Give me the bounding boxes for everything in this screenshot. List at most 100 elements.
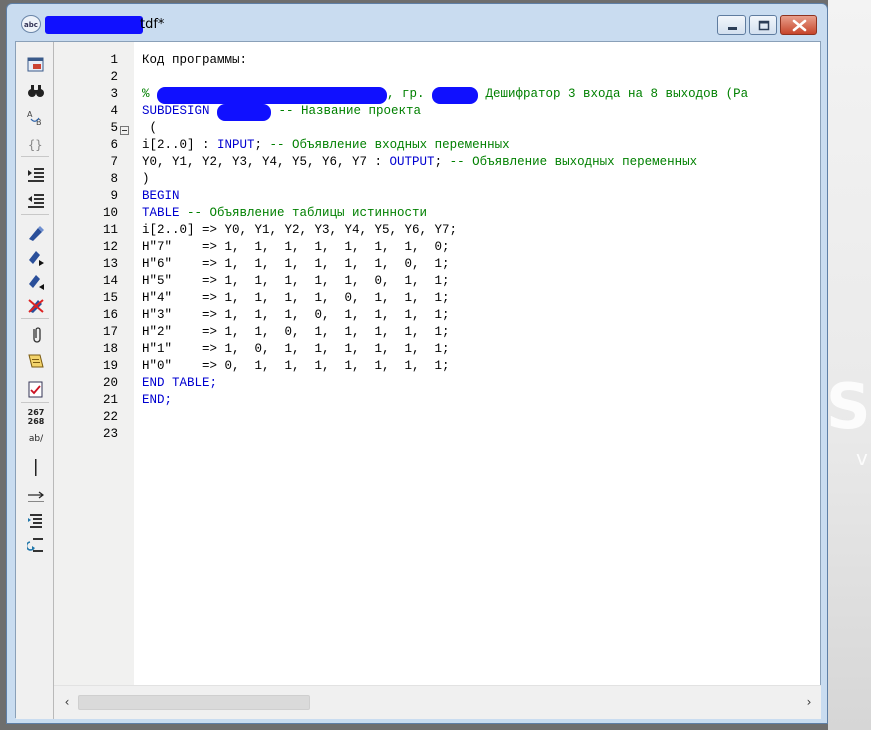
line-number: 7 <box>110 155 118 169</box>
line-numbers-label-bottom: 268 <box>27 417 45 426</box>
fold-collapse-icon[interactable] <box>120 126 129 135</box>
code-token: ) <box>142 172 150 186</box>
scroll-thumb[interactable] <box>78 695 310 710</box>
line-number: 23 <box>102 427 118 441</box>
wrap-back-icon[interactable] <box>27 536 45 554</box>
code-line: END TABLE; <box>142 376 820 393</box>
line-number: 3 <box>110 87 118 101</box>
window-title: tdf* <box>140 17 165 32</box>
code-line: Y0, Y1, Y2, Y3, Y4, Y5, Y6, Y7 : OUTPUT;… <box>142 155 820 172</box>
code-line: % , гр. Дешифратор 3 входа на 8 выходов … <box>142 87 820 104</box>
code-line: H"0" => 0, 1, 1, 1, 1, 1, 1, 1; <box>142 359 820 376</box>
maximize-icon <box>758 20 770 31</box>
code-token: H"4" => 1, 1, 1, 1, 0, 1, 1, 1; <box>142 291 450 305</box>
code-line: BEGIN <box>142 189 820 206</box>
side-toolbar: AB {} 267 268 ab/ <box>16 42 54 719</box>
scroll-right-arrow[interactable]: › <box>802 694 816 710</box>
title-bar[interactable]: abc tdf* <box>7 4 827 41</box>
bookmark-clear-icon[interactable] <box>27 296 45 314</box>
maximize-button[interactable] <box>749 15 777 35</box>
insert-file-icon[interactable] <box>27 56 45 74</box>
code-area[interactable]: Код программы: % , гр. Дешифратор 3 входа… <box>142 53 820 683</box>
line-number: 5 <box>110 121 118 135</box>
redacted-text <box>217 104 272 121</box>
line-number: 6 <box>110 138 118 152</box>
checklist-icon[interactable] <box>27 380 45 398</box>
close-button[interactable] <box>780 15 817 35</box>
line-number: 21 <box>102 393 118 407</box>
keyword-token: END TABLE; <box>142 376 218 390</box>
svg-text:A: A <box>27 110 33 119</box>
code-line: Код программы: <box>142 53 820 70</box>
keyword-token: SUBDESIGN <box>142 104 218 118</box>
code-token: H"1" => 1, 0, 1, 1, 1, 1, 1, 1; <box>142 342 450 356</box>
code-token: H"0" => 0, 1, 1, 1, 1, 1, 1, 1; <box>142 359 450 373</box>
line-number: 11 <box>102 223 118 237</box>
toolbar-separator <box>21 318 49 319</box>
line-number: 19 <box>102 359 118 373</box>
line-number: 20 <box>102 376 118 390</box>
keyword-token: END; <box>142 393 173 407</box>
editor-window: abc tdf* AB {} 267 268 ab/ 1 2 3 4 5 6 7… <box>6 3 828 724</box>
code-line: H"1" => 1, 0, 1, 1, 1, 1, 1, 1; <box>142 342 820 359</box>
comment-token: Дешифратор 3 входа на 8 выходов (Ра <box>478 87 749 101</box>
code-token: Код программы: <box>142 53 248 67</box>
comment-token: -- Название проекта <box>271 104 422 118</box>
line-number: 17 <box>102 325 118 339</box>
toolbar-separator <box>21 156 49 157</box>
keyword-token: BEGIN <box>142 189 180 203</box>
code-line: H"7" => 1, 1, 1, 1, 1, 1, 1, 0; <box>142 240 820 257</box>
line-numbers-icon[interactable]: 267 268 <box>23 408 49 426</box>
app-icon[interactable]: abc <box>21 15 41 33</box>
horizontal-scrollbar[interactable]: ‹ › <box>54 685 821 719</box>
code-token: H"7" => 1, 1, 1, 1, 1, 1, 1, 0; <box>142 240 450 254</box>
attach-icon[interactable] <box>27 326 45 344</box>
desktop-watermark-letter: S <box>826 370 871 443</box>
show-tabs-icon[interactable] <box>27 486 45 504</box>
code-token: Y0, Y1, Y2, Y3, Y4, Y5, Y6, Y7 : <box>142 155 390 169</box>
code-line: H"2" => 1, 1, 0, 1, 1, 1, 1, 1; <box>142 325 820 342</box>
line-number: 14 <box>102 274 118 288</box>
redacted-filename <box>45 16 143 34</box>
code-line: ) <box>142 172 820 189</box>
spell-icon[interactable]: ab/ <box>23 434 49 452</box>
find-icon[interactable] <box>27 82 45 100</box>
unindent-icon[interactable] <box>27 192 45 210</box>
code-line: SUBDESIGN -- Название проекта <box>142 104 820 121</box>
line-number: 2 <box>110 70 118 84</box>
replace-icon[interactable]: AB <box>27 108 45 126</box>
insert-brackets-icon[interactable]: {} <box>27 134 45 152</box>
minimize-icon <box>728 27 737 30</box>
redacted-text <box>157 87 388 104</box>
bookmark-set-icon[interactable] <box>27 224 45 242</box>
code-line: H"4" => 1, 1, 1, 1, 0, 1, 1, 1; <box>142 291 820 308</box>
minimize-button[interactable] <box>717 15 746 35</box>
word-wrap-icon[interactable] <box>27 512 45 530</box>
line-number: 1 <box>110 53 118 67</box>
line-numbers: 1 2 3 4 5 6 7 8 9 10 11 12 13 14 15 16 17 18 19 20 21 22 23 <box>54 53 118 444</box>
line-number: 9 <box>110 189 118 203</box>
line-number: 22 <box>102 410 118 424</box>
comment-token: % <box>142 87 158 101</box>
code-line: ( <box>142 121 820 138</box>
line-number: 13 <box>102 257 118 271</box>
code-line: i[2..0] => Y0, Y1, Y2, Y3, Y4, Y5, Y6, Y… <box>142 223 820 240</box>
code-token: ( <box>142 121 158 135</box>
redacted-text <box>432 87 479 104</box>
indent-icon[interactable] <box>27 166 45 184</box>
cursor-line-icon[interactable] <box>27 458 45 476</box>
bookmark-next-icon[interactable] <box>27 248 45 266</box>
line-number: 12 <box>102 240 118 254</box>
bookmark-prev-icon[interactable] <box>27 272 45 290</box>
desktop-background <box>828 0 871 730</box>
code-line: H"3" => 1, 1, 1, 0, 1, 1, 1, 1; <box>142 308 820 325</box>
line-numbers-label-top: 267 <box>27 408 45 417</box>
line-number: 4 <box>110 104 118 118</box>
line-number: 8 <box>110 172 118 186</box>
line-number: 10 <box>102 206 118 220</box>
code-token: i[2..0] : <box>142 138 218 152</box>
scroll-left-arrow[interactable]: ‹ <box>60 694 74 710</box>
template-icon[interactable] <box>27 352 45 370</box>
code-line: END; <box>142 393 820 410</box>
code-line: i[2..0] : INPUT; -- Объявление входных п… <box>142 138 820 155</box>
